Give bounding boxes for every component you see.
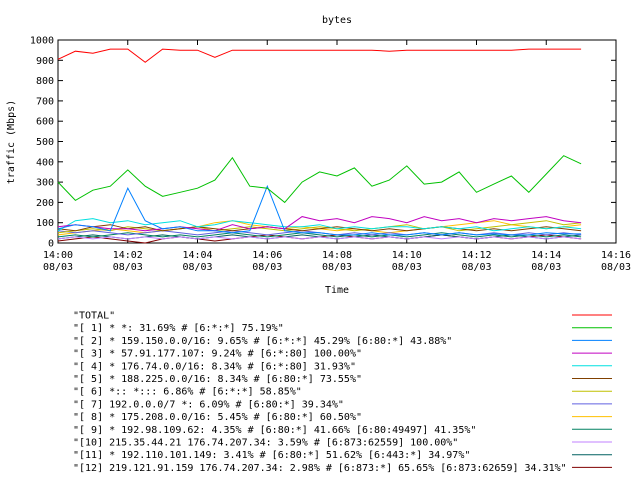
legend-label: "[ 4] * 176.74.0.0/16: 8.34% # [6:*:80] … <box>73 361 356 372</box>
x-tick-date-label: 08/03 <box>531 262 561 273</box>
x-tick-date-label: 08/03 <box>601 262 631 273</box>
y-axis-label: traffic (Mbps) <box>6 100 17 184</box>
series-line <box>57 48 582 63</box>
x-tick-date-label: 08/03 <box>182 262 212 273</box>
legend-label: "[12] 219.121.91.159 176.74.207.34: 2.98… <box>73 463 567 474</box>
chart-canvas: bytes traffic (Mbps) Time 0 100 200 300 400 5… <box>6 15 631 474</box>
y-tick-label: 1000 <box>30 36 54 47</box>
x-tick-label: 14:02 <box>113 250 143 261</box>
legend-label: "[ 3] * 57.91.177.107: 9.24% # [6:*:80] … <box>73 349 362 360</box>
legend-label: "[ 8] * 175.208.0.0/16: 5.45% # [6:80:*]… <box>73 412 362 423</box>
y-tick-label: 500 <box>36 137 54 148</box>
x-tick-date-label: 08/03 <box>43 262 73 273</box>
legend-label: "[11] * 192.110.101.149: 3.41% # [6:80:*… <box>73 450 470 461</box>
legend: "TOTAL""[ 1] * *: 31.69% # [6:*:*] 75.19… <box>73 311 612 474</box>
series-group <box>57 48 582 244</box>
y-tick-label: 200 <box>36 198 54 209</box>
x-tick-label: 14:16 <box>601 250 631 261</box>
x-tick-date-label: 08/03 <box>252 262 282 273</box>
y-axis: 0 100 200 300 400 500 600 700 800 900 1000 <box>30 36 616 250</box>
x-tick-date-label: 08/03 <box>461 262 491 273</box>
x-tick-label: 14:10 <box>392 250 422 261</box>
y-tick-label: 700 <box>36 96 54 107</box>
x-tick-date-label: 08/03 <box>113 262 143 273</box>
x-axis-label: Time <box>325 285 349 296</box>
legend-label: "[10] 215.35.44.21 176.74.207.34: 3.59% … <box>73 438 458 449</box>
legend-label: "[ 6] *:: *::: 6.86% # [6:*:*] 58.85%" <box>73 387 302 398</box>
x-tick-label: 14:14 <box>531 250 561 261</box>
series-line <box>57 236 582 240</box>
y-tick-label: 300 <box>36 178 54 189</box>
y-tick-label: 0 <box>48 239 54 250</box>
legend-label: "TOTAL" <box>73 311 115 322</box>
y-tick-label: 100 <box>36 218 54 229</box>
y-tick-label: 600 <box>36 117 54 128</box>
y-tick-label: 900 <box>36 56 54 67</box>
y-tick-label: 400 <box>36 157 54 168</box>
x-tick-label: 14:00 <box>43 250 73 261</box>
legend-label: "[ 9] * 192.98.109.62: 4.35% # [6:80:*] … <box>73 425 476 436</box>
legend-label: "[ 5] * 188.225.0.0/16: 8.34% # [6:80:*]… <box>73 374 362 385</box>
x-tick-label: 14:08 <box>322 250 352 261</box>
legend-label: "[ 7] 192.0.0.0/7 *: 6.09% # [6:80:*] 39… <box>73 399 344 410</box>
legend-label: "[ 1] * *: 31.69% # [6:*:*] 75.19%" <box>73 323 284 334</box>
legend-label: "[ 2] * 159.150.0.0/16: 9.65% # [6:*:*] … <box>73 336 452 347</box>
x-tick-date-label: 08/03 <box>322 262 352 273</box>
x-tick-label: 14:12 <box>461 250 491 261</box>
plot-frame <box>57 39 617 244</box>
x-tick-date-label: 08/03 <box>392 262 422 273</box>
x-tick-label: 14:04 <box>182 250 212 261</box>
series-line <box>57 155 582 204</box>
chart-title: bytes <box>322 15 352 26</box>
y-tick-label: 800 <box>36 76 54 87</box>
x-tick-label: 14:06 <box>252 250 282 261</box>
